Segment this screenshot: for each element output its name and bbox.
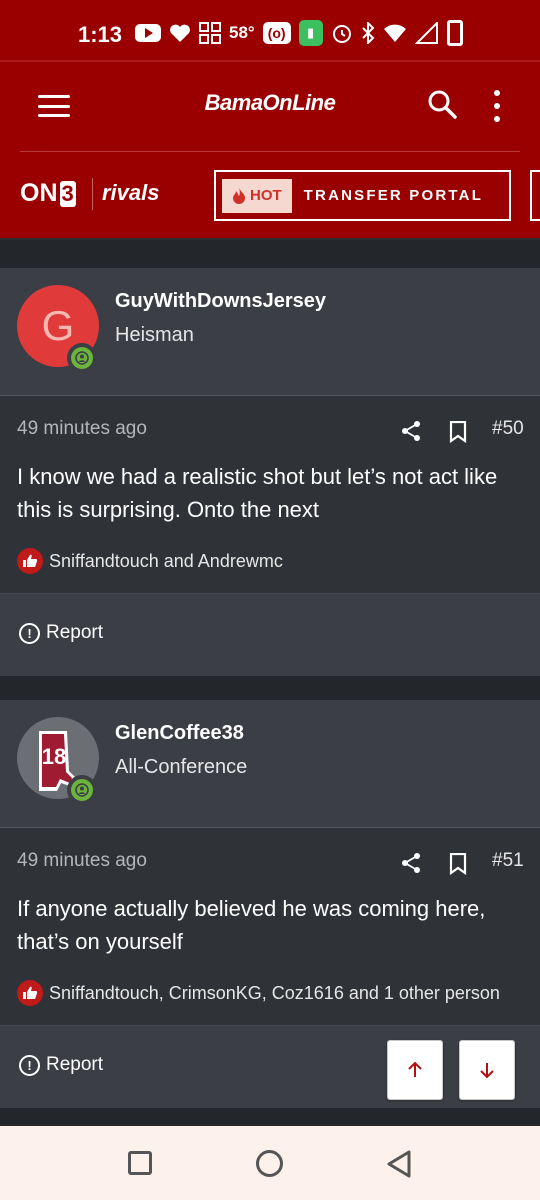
post-text: If anyone actually believed he was comin…: [17, 896, 486, 954]
transfer-portal-button[interactable]: HOT TRANSFER PORTAL: [214, 170, 511, 221]
bluetooth-icon: [361, 20, 375, 46]
reaction-summary[interactable]: Sniffandtouch and Andrewmc: [17, 548, 283, 574]
rivals-logo[interactable]: rivals: [102, 180, 160, 206]
status-icons: 58° (o) ▮: [135, 20, 463, 46]
alert-icon: !: [19, 622, 40, 644]
on3-suffix: 3: [59, 180, 76, 207]
post-author-header: G GuyWithDownsJersey Heisman: [0, 268, 540, 396]
back-icon[interactable]: [385, 1149, 413, 1179]
battery-icon: [446, 20, 463, 46]
status-bar: 1:13 58° (o) ▮: [0, 0, 540, 60]
online-status-icon: [67, 775, 97, 805]
post-number[interactable]: #51: [492, 850, 524, 872]
status-time: 1:13: [78, 22, 123, 47]
post-timestamp[interactable]: 49 minutes ago: [17, 418, 147, 440]
scroll-down-icon: [480, 1063, 494, 1079]
post-text: I know we had a realistic shot but let’s…: [17, 464, 498, 522]
hot-badge: HOT: [222, 178, 292, 213]
heart-icon: [169, 20, 191, 46]
reaction-summary[interactable]: Sniffandtouch, CrimsonKG, Coz1616 and 1 …: [17, 980, 500, 1006]
user-title: All-Conference: [115, 756, 248, 778]
reaction-users: Sniffandtouch, CrimsonKG, Coz1616 and 1 …: [49, 982, 500, 1003]
alarm-icon: [331, 20, 353, 46]
avatar-letter: G: [41, 302, 75, 349]
scroll-up-icon: [408, 1061, 422, 1077]
radio-icon: (o): [262, 22, 291, 44]
header-divider: [20, 151, 520, 152]
on3-logo[interactable]: ON 3: [20, 179, 76, 208]
transfer-portal-label: TRANSFER PORTAL: [303, 187, 484, 204]
post-content: 49 minutes ago #51 If anyone actually be…: [0, 828, 540, 1026]
like-icon: [17, 980, 43, 1006]
share-icon[interactable]: [400, 852, 422, 874]
apps-icon: [199, 20, 221, 46]
report-label: Report: [46, 622, 104, 643]
post-username[interactable]: GlenCoffee38: [115, 722, 244, 745]
brand-separator: [92, 178, 93, 210]
post-author-header: 18 GlenCoffee38 All-Conference: [0, 700, 540, 828]
system-nav-bar: [0, 1126, 540, 1200]
scroll-up-button[interactable]: [387, 1040, 443, 1100]
report-button[interactable]: ! Report: [19, 1054, 103, 1076]
app-header: BamaOnLine ON 3 rivals HOT TRANSFER PORT…: [0, 60, 540, 238]
on3-prefix: ON: [20, 179, 58, 207]
post-separator: [0, 1108, 540, 1126]
bookmark-icon[interactable]: [449, 420, 467, 444]
like-icon: [17, 548, 43, 574]
share-icon[interactable]: [400, 420, 422, 442]
flame-icon: [233, 187, 245, 204]
site-logo[interactable]: BamaOnLine: [0, 90, 540, 116]
signal-icon: [414, 20, 439, 46]
post-separator: [0, 240, 540, 268]
user-title: Heisman: [115, 324, 194, 346]
post-actions: ! Report: [0, 594, 540, 676]
search-icon[interactable]: [426, 88, 458, 120]
home-icon[interactable]: [256, 1150, 283, 1177]
youtube-icon: [135, 20, 161, 46]
report-label: Report: [46, 1054, 104, 1075]
recents-icon[interactable]: [128, 1151, 152, 1175]
post-timestamp[interactable]: 49 minutes ago: [17, 850, 147, 872]
bookmark-icon[interactable]: [449, 852, 467, 876]
wifi-icon: [383, 20, 407, 46]
avatar-jersey-number: 18: [42, 744, 66, 769]
hot-label: HOT: [250, 187, 282, 204]
post-username[interactable]: GuyWithDownsJersey: [115, 290, 326, 313]
reaction-users: Sniffandtouch and Andrewmc: [49, 550, 283, 571]
scroll-down-button[interactable]: [459, 1040, 515, 1100]
alert-icon: !: [19, 1054, 40, 1076]
post-content: 49 minutes ago #50 I know we had a reali…: [0, 396, 540, 594]
battery-saver-icon: ▮: [298, 20, 323, 46]
report-button[interactable]: ! Report: [19, 622, 103, 644]
next-nav-chip[interactable]: [530, 170, 540, 221]
more-options-icon[interactable]: [490, 90, 504, 122]
post-number[interactable]: #50: [492, 418, 524, 440]
temperature-text: 58°: [229, 23, 255, 42]
online-status-icon: [67, 343, 97, 373]
